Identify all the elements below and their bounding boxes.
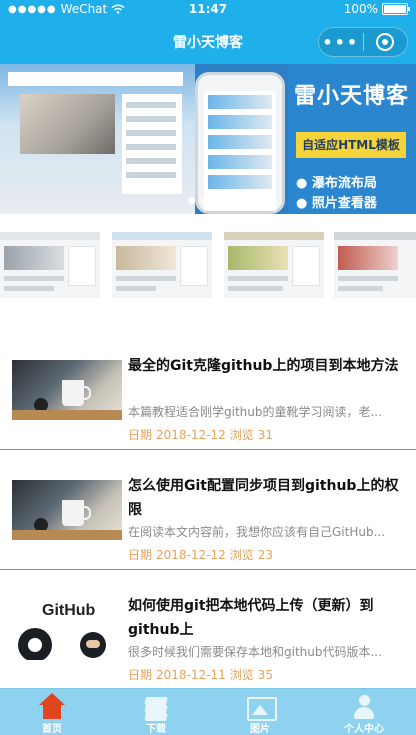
banner-carousel[interactable]: 雷小天博客 自适应HTML模板 ● 瀑布流布局 ● 照片查看器: [0, 64, 416, 214]
article-date: 2018-12-11: [156, 668, 226, 682]
article-thumbnail: GitHub: [12, 600, 122, 660]
article-item[interactable]: GitHub 如何使用git把本地代码上传（更新）到github上 很多时候我们…: [0, 570, 416, 690]
banner-text-panel: 雷小天博客 自适应HTML模板 ● 瀑布流布局 ● 照片查看器: [288, 64, 416, 214]
article-summary: 在阅读本文内容前，我想你应该有自己GitHub...: [128, 525, 386, 539]
status-bar: ●●●●● WeChat 11:47 100%: [0, 0, 416, 20]
article-views: 23: [257, 548, 274, 562]
thumbnail-text: GitHub: [42, 602, 96, 619]
views-label: 浏览: [229, 428, 254, 442]
thumbnail[interactable]: [112, 232, 212, 298]
tab-label: 首页: [42, 724, 62, 735]
top-header: ●●●●● WeChat 11:47 100% 雷小天博客 •••: [0, 0, 416, 64]
article-meta: 日期 2018-12-12 浏览 23: [128, 546, 277, 563]
tab-home[interactable]: 首页: [0, 689, 104, 735]
tab-images[interactable]: 图片: [208, 689, 312, 735]
battery-percent: 100%: [343, 2, 378, 16]
banner-phone-preview: [195, 72, 285, 214]
article-thumbnail: [12, 360, 122, 420]
thumbnail[interactable]: [334, 232, 416, 298]
tab-label: 下载: [146, 724, 166, 735]
status-right: 100%: [343, 2, 410, 16]
banner-indicator: [188, 197, 221, 204]
article-summary: 很多时候我们需要保存本地和github代码版本...: [128, 645, 382, 659]
tab-label: 图片: [250, 724, 270, 735]
more-button[interactable]: •••: [319, 28, 363, 56]
banner-website-preview: [0, 64, 195, 214]
banner-feature-2: ● 照片查看器: [296, 196, 377, 211]
layers-icon: [143, 693, 169, 721]
tab-profile[interactable]: 个人中心: [312, 689, 416, 735]
views-label: 浏览: [229, 548, 254, 562]
close-button[interactable]: [363, 28, 407, 56]
image-icon: [247, 693, 277, 721]
banner-badge: 自适应HTML模板: [296, 132, 406, 158]
date-label: 日期: [128, 668, 153, 682]
tab-download[interactable]: 下载: [104, 689, 208, 735]
banner-dot[interactable]: [188, 197, 195, 204]
template-thumbnails: [0, 226, 416, 302]
article-date: 2018-12-12: [156, 548, 226, 562]
banner-title: 雷小天博客: [294, 83, 410, 109]
home-icon: [39, 693, 65, 719]
mini-program-capsule: •••: [318, 27, 408, 57]
thumbnail[interactable]: [0, 232, 100, 298]
article-meta: 日期 2018-12-12 浏览 31: [128, 426, 277, 443]
date-label: 日期: [128, 548, 153, 562]
tab-label: 个人中心: [344, 724, 384, 735]
article-views: 31: [257, 428, 274, 442]
github-logo-icon: [18, 628, 52, 660]
banner-dot[interactable]: [214, 197, 221, 204]
article-title[interactable]: 如何使用git把本地代码上传（更新）到github上: [128, 594, 404, 642]
octocat-icon: [80, 632, 106, 658]
user-icon: [351, 693, 377, 719]
article-date: 2018-12-12: [156, 428, 226, 442]
date-label: 日期: [128, 428, 153, 442]
article-title[interactable]: 怎么使用Git配置同步项目到github上的权限: [128, 474, 404, 522]
article-item[interactable]: 怎么使用Git配置同步项目到github上的权限 在阅读本文内容前，我想你应该有…: [0, 450, 416, 570]
bottom-tab-bar: 首页 下载 图片 个人中心: [0, 688, 416, 735]
article-item[interactable]: 最全的Git克隆github上的项目到本地方法 本篇教程适合刚学github的童…: [0, 330, 416, 450]
article-title[interactable]: 最全的Git克隆github上的项目到本地方法: [128, 354, 404, 378]
views-label: 浏览: [229, 668, 254, 682]
banner-dot[interactable]: [201, 197, 208, 204]
article-thumbnail: [12, 480, 122, 540]
target-icon: [376, 33, 395, 51]
article-views: 35: [257, 668, 274, 682]
battery-icon: [382, 3, 410, 15]
banner-feature-1: ● 瀑布流布局: [296, 176, 377, 191]
thumbnail[interactable]: [224, 232, 324, 298]
article-meta: 日期 2018-12-11 浏览 35: [128, 666, 277, 683]
article-summary: 本篇教程适合刚学github的童靴学习阅读，老...: [128, 405, 382, 419]
